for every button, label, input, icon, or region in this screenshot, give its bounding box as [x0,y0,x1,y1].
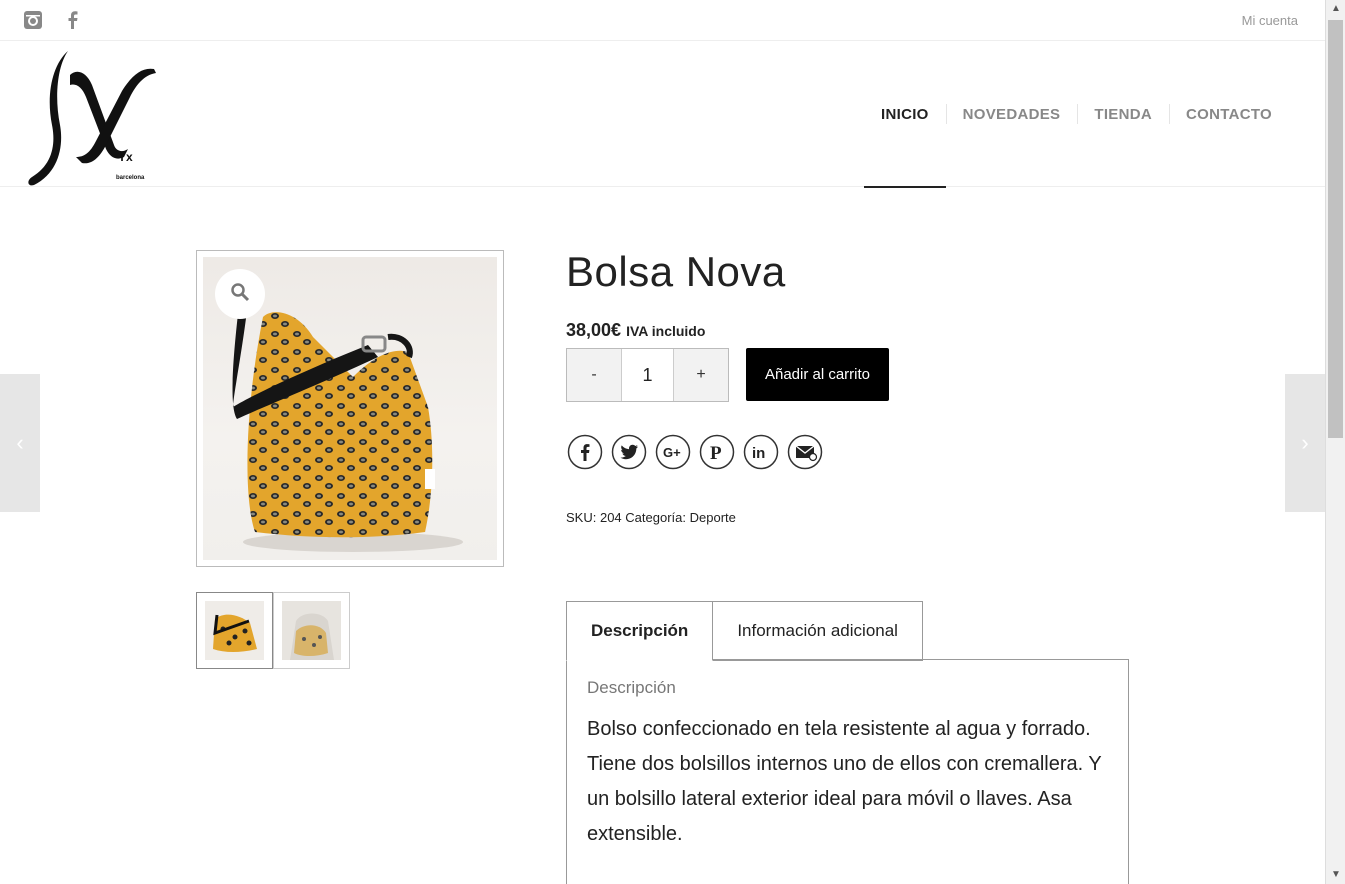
thumbnail-image [205,601,264,660]
price-tax-note: IVA incluido [626,323,706,339]
quantity-stepper: - 1 + [566,348,729,402]
thumbnail-1[interactable] [196,592,273,669]
facebook-icon[interactable] [62,9,84,31]
sku-label: SKU: [566,510,597,525]
top-social-links [22,9,84,31]
twitter-icon[interactable] [611,434,647,470]
svg-text:Yx: Yx [118,150,133,164]
linkedin-icon[interactable]: in [743,434,779,470]
description-text: Bolso confeccionado en tela resistente a… [587,718,1102,845]
nav-item-inicio[interactable]: INICIO [864,41,946,188]
zoom-button[interactable] [215,269,265,319]
thumbnail-2[interactable] [273,592,350,669]
svg-text:in: in [752,445,765,462]
product-title: Bolsa Nova [566,248,786,295]
tab-description[interactable]: Descripción [566,601,714,661]
next-product-arrow[interactable]: › [1285,374,1325,512]
scrollbar-thumb[interactable] [1328,20,1343,438]
thumbnail-image [282,601,341,660]
share-buttons: G+ P in [567,434,823,470]
previous-product-arrow[interactable]: ‹ [0,374,40,512]
nav-item-tienda[interactable]: TIENDA [1077,41,1169,187]
email-icon[interactable] [787,434,823,470]
top-bar: Mi cuenta [0,0,1325,41]
main-nav: INICIO NOVEDADES TIENDA CONTACTO [864,41,1289,188]
page-scrollbar[interactable]: ▲ ▼ [1325,0,1345,884]
instagram-icon[interactable] [22,9,44,31]
my-account-link[interactable]: Mi cuenta [1242,13,1298,28]
chevron-left-icon: ‹ [16,430,24,455]
add-to-cart-button[interactable]: Añadir al carrito [746,348,889,401]
product-meta: SKU: 204 Categoría: Deporte [566,510,736,525]
quantity-minus-button[interactable]: - [567,349,621,401]
nav-item-contacto[interactable]: CONTACTO [1169,41,1289,187]
product-main-image[interactable] [203,257,497,560]
tab-additional-info[interactable]: Información adicional [713,601,923,661]
product-main-image-frame [196,250,504,567]
product-tabs: Descripción Información adicional [566,601,923,661]
pinterest-icon[interactable]: P [699,434,735,470]
site-header: Yx barcelona INICIO NOVEDADES TIENDA CON… [0,41,1325,188]
search-icon [230,282,250,307]
product-price: 38,00€ IVA incluido [566,320,705,341]
site-logo[interactable]: Yx barcelona [24,45,164,187]
price-amount: 38,00€ [566,320,622,340]
category-link[interactable]: Deporte [690,510,736,525]
description-panel: Descripción Bolso confeccionado en tela … [566,659,1129,884]
sku-value: 204 [599,510,622,525]
quantity-plus-button[interactable]: + [674,349,728,401]
svg-text:barcelona: barcelona [116,175,145,181]
facebook-icon[interactable] [567,434,603,470]
google-plus-icon[interactable]: G+ [655,434,691,470]
nav-item-novedades[interactable]: NOVEDADES [945,41,1078,187]
scroll-up-arrow-icon[interactable]: ▲ [1326,0,1345,18]
product-thumbnails [196,592,350,669]
chevron-right-icon: › [1301,430,1309,455]
description-heading: Descripción [587,678,676,697]
category-label: Categoría: [625,510,686,525]
quantity-input[interactable]: 1 [621,349,674,401]
scroll-down-arrow-icon[interactable]: ▼ [1326,866,1345,884]
svg-text:G+: G+ [663,445,681,460]
svg-text:P: P [710,443,722,464]
